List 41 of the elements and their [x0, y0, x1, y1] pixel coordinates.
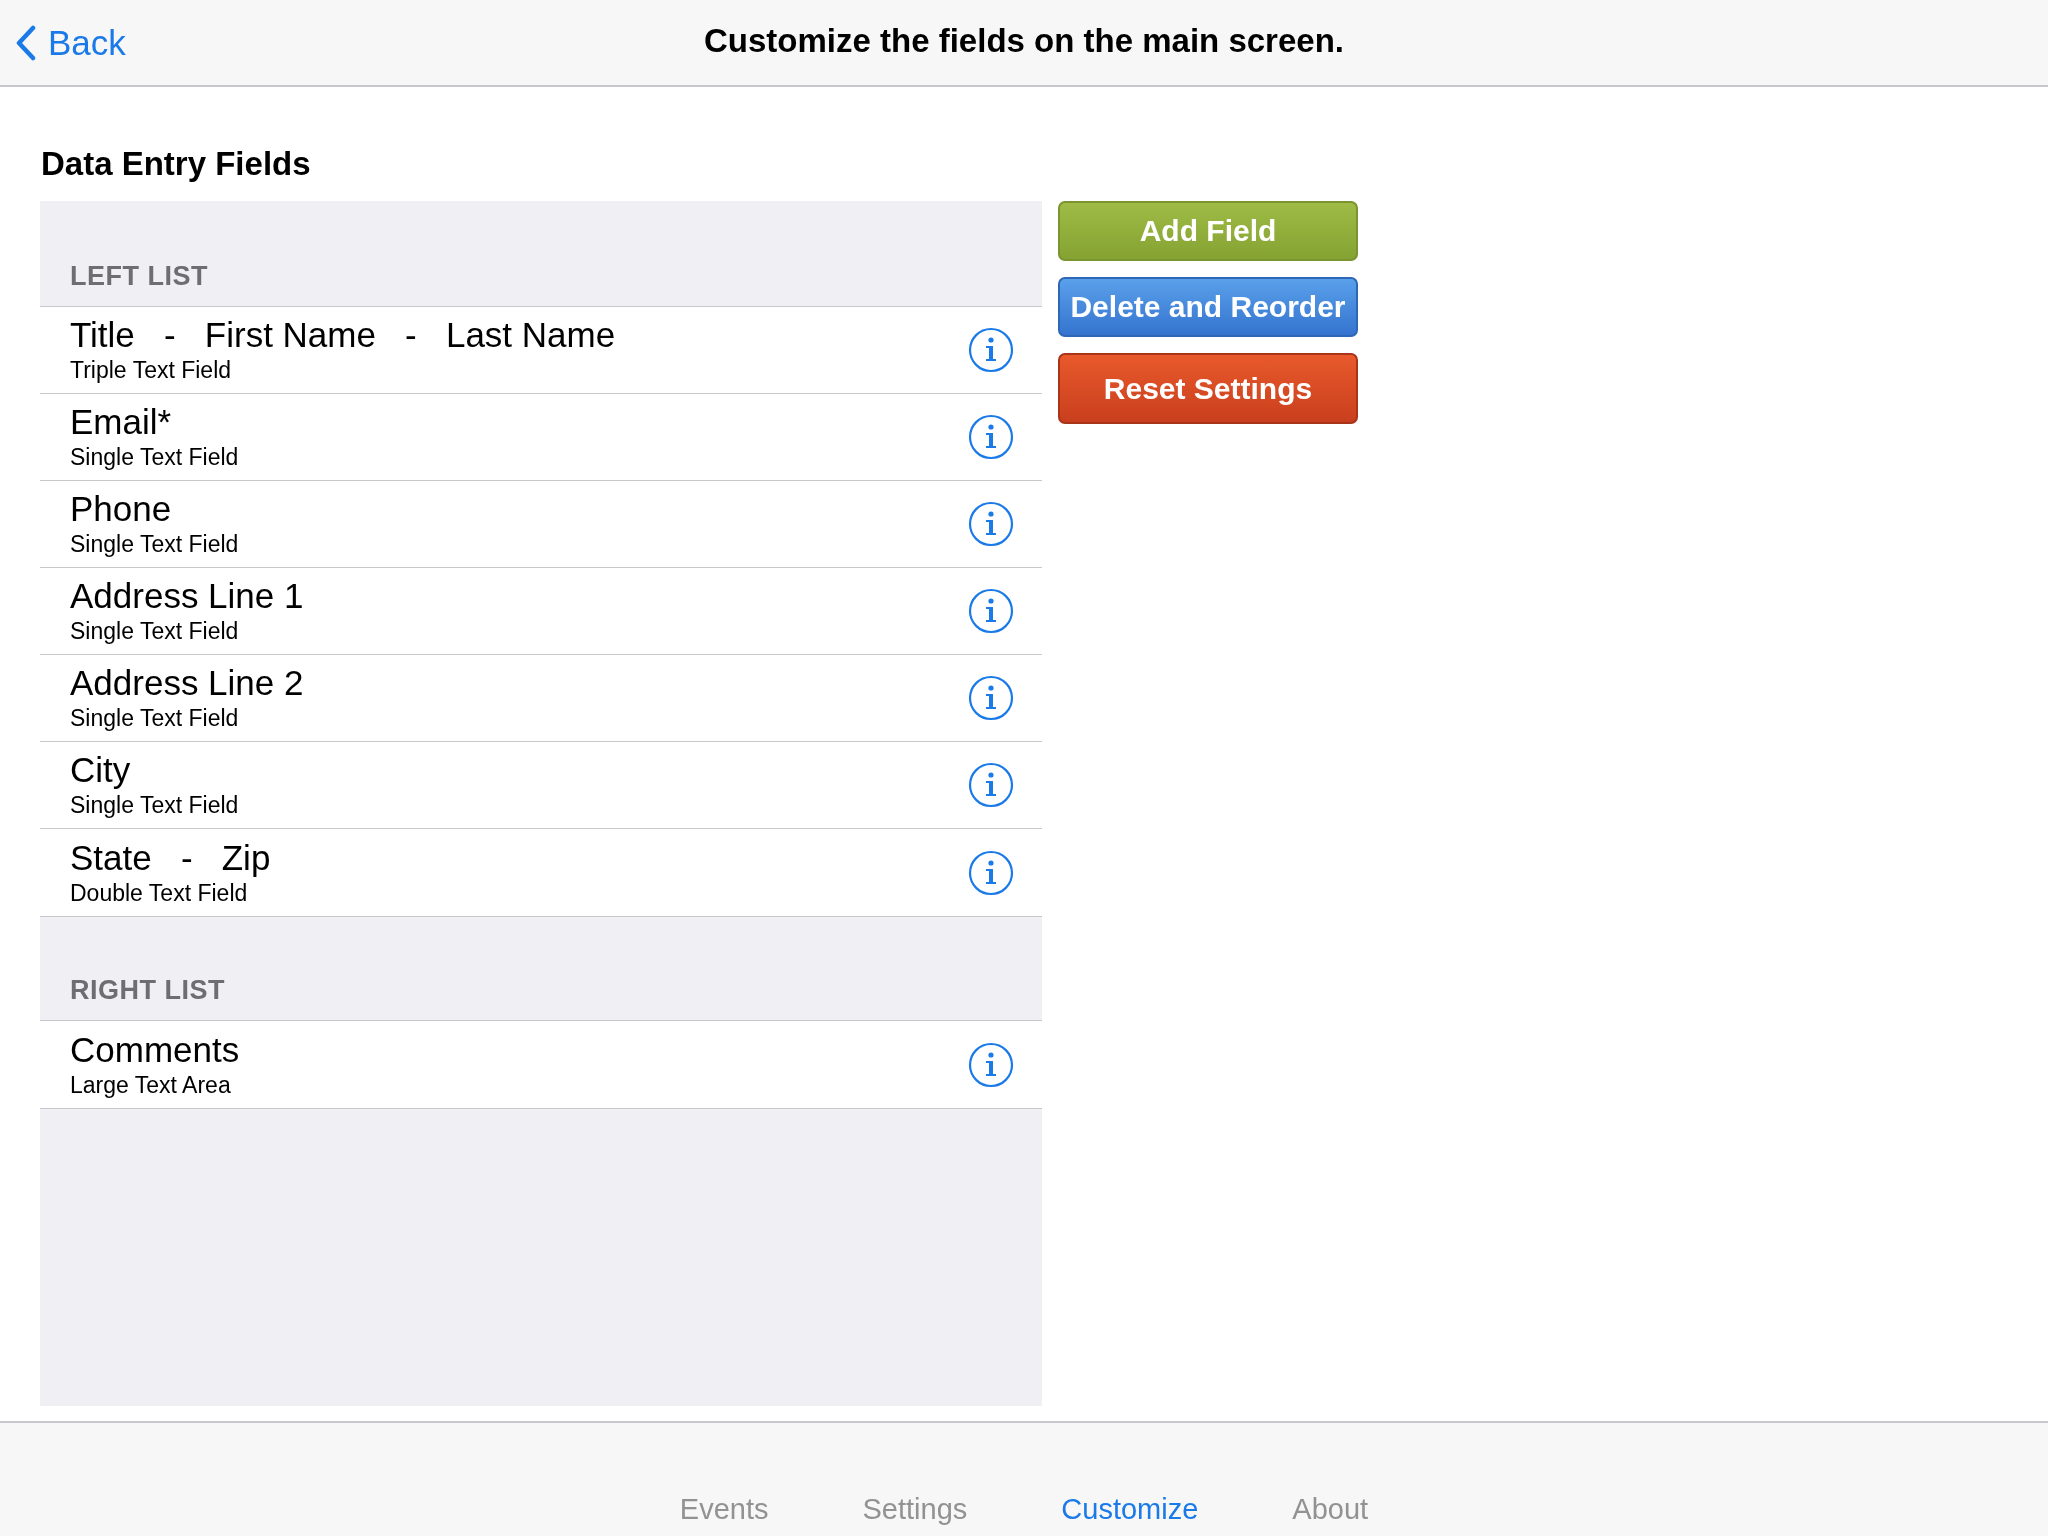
info-icon[interactable] [968, 414, 1014, 460]
delete-reorder-button[interactable]: Delete and Reorder [1058, 277, 1358, 337]
list-row[interactable]: Email* Single Text Field [40, 394, 1042, 481]
reset-settings-button[interactable]: Reset Settings [1058, 353, 1358, 424]
field-name: Address Line 1 [70, 576, 304, 616]
back-button[interactable]: Back [0, 12, 126, 73]
list-row[interactable]: Address Line 2 Single Text Field [40, 655, 1042, 742]
info-icon[interactable] [968, 675, 1014, 721]
field-name: City [70, 750, 132, 790]
chevron-left-icon [16, 24, 36, 61]
field-name: Email* [70, 402, 173, 442]
list-row[interactable]: Comments Large Text Area [40, 1021, 1042, 1108]
section-heading: Data Entry Fields [41, 145, 312, 183]
list-row[interactable]: Phone Single Text Field [40, 481, 1042, 568]
info-icon[interactable] [968, 1041, 1014, 1088]
field-name: Title - First Name - Last Name [70, 315, 616, 355]
info-icon[interactable] [968, 588, 1014, 634]
list-row[interactable]: Title - First Name - Last Name Triple Text Field [40, 307, 1042, 394]
list-section-header: LEFT LIST [69, 261, 209, 293]
info-icon[interactable] [968, 849, 1014, 896]
field-type: Single Text Field [70, 704, 240, 733]
field-type: Single Text Field [70, 617, 240, 646]
list-row[interactable]: City Single Text Field [40, 742, 1042, 829]
field-type: Single Text Field [70, 530, 239, 559]
list-section-header: RIGHT LIST [69, 975, 226, 1007]
field-name: State - Zip [70, 837, 271, 878]
screen-title: Customize the fields on the main screen. [704, 22, 1344, 60]
info-icon[interactable] [968, 327, 1014, 373]
field-type: Single Text Field [70, 791, 239, 820]
list-row[interactable]: State - Zip Double Text Field [40, 829, 1042, 916]
field-type: Double Text Field [70, 878, 249, 908]
field-name: Phone [70, 489, 173, 529]
field-name: Address Line 2 [70, 663, 304, 703]
list-row[interactable]: Address Line 1 Single Text Field [40, 568, 1042, 655]
field-name: Comments [70, 1029, 240, 1070]
field-type: Large Text Area [70, 1070, 232, 1100]
field-type: Single Text Field [70, 443, 239, 472]
tab-item[interactable]: Customize [1061, 1493, 1199, 1526]
info-icon[interactable] [968, 501, 1014, 547]
field-type: Triple Text Field [70, 356, 233, 385]
info-icon[interactable] [968, 762, 1014, 808]
